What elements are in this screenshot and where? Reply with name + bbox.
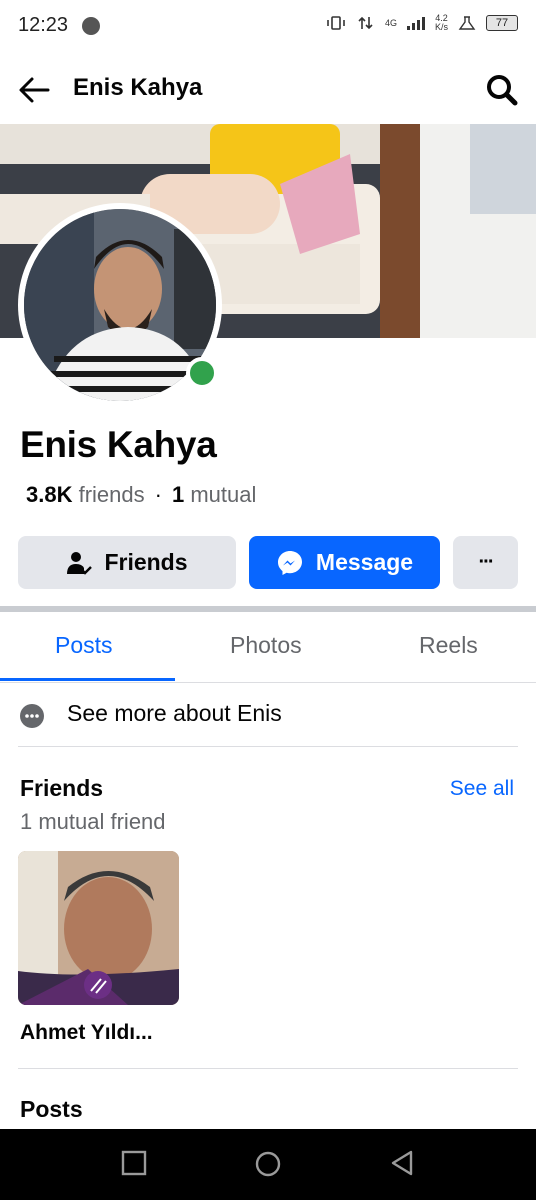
friend-check-icon xyxy=(67,551,93,575)
friends-label: friends xyxy=(78,482,145,507)
lab-icon xyxy=(458,16,476,30)
friend-name[interactable]: Ahmet Yıldı... xyxy=(20,1021,153,1045)
system-navigation-bar xyxy=(0,1129,536,1200)
vibrate-icon xyxy=(327,16,345,30)
header-title: Enis Kahya xyxy=(73,74,203,101)
see-more-about-label: See more about Enis xyxy=(67,700,282,726)
data-transfer-icon xyxy=(358,16,373,30)
active-tab-indicator xyxy=(0,678,175,681)
top-header: Enis Kahya xyxy=(0,56,536,122)
status-time: 12:23 xyxy=(18,14,69,36)
friends-count: 3.8K xyxy=(26,482,73,507)
more-icon: ··· xyxy=(478,551,495,573)
home-icon[interactable] xyxy=(254,1150,282,1178)
see-all-friends-link[interactable]: See all xyxy=(450,777,514,801)
signal-icon xyxy=(406,17,425,30)
friends-section-title: Friends xyxy=(20,775,104,801)
profile-avatar[interactable] xyxy=(18,203,222,407)
profile-stats[interactable]: 3.8K friends · 1 mutual xyxy=(26,482,256,508)
messenger-icon xyxy=(277,550,302,575)
more-options-button[interactable]: ··· xyxy=(453,536,518,589)
network-type: 4G xyxy=(384,18,397,28)
tab-posts[interactable]: Posts xyxy=(55,632,113,659)
friend-photo xyxy=(18,851,179,1005)
posts-section-title: Posts xyxy=(20,1096,83,1122)
see-more-about-row[interactable]: See more about Enis xyxy=(18,694,518,747)
message-button[interactable]: Message xyxy=(249,536,440,589)
search-icon[interactable] xyxy=(484,72,520,108)
online-status-indicator xyxy=(186,357,218,389)
profile-tabs: Posts Photos Reels xyxy=(0,612,536,683)
mutual-label: mutual xyxy=(190,482,257,507)
battery-indicator: 77 xyxy=(486,15,518,31)
profile-name: Enis Kahya xyxy=(20,424,217,465)
notification-icon xyxy=(82,17,100,35)
status-icons: 4G 4.2 K/s 77 xyxy=(325,14,518,32)
tab-photos[interactable]: Photos xyxy=(230,632,302,659)
message-button-label: Message xyxy=(315,549,414,575)
back-triangle-icon[interactable] xyxy=(389,1150,415,1176)
back-arrow-icon[interactable] xyxy=(16,72,52,108)
mutual-count: 1 xyxy=(171,482,185,507)
recent-apps-icon[interactable] xyxy=(121,1150,147,1176)
status-bar: 12:23 4G 4.2 K/s 77 xyxy=(0,0,536,56)
mutual-friends-summary: 1 mutual friend xyxy=(20,809,166,834)
friend-card[interactable] xyxy=(18,851,179,1005)
network-speed: 4.2 K/s xyxy=(434,13,448,32)
friends-button-label: Friends xyxy=(104,549,188,575)
more-dots-icon xyxy=(20,704,44,728)
separator-dot: · xyxy=(154,482,162,507)
tab-reels[interactable]: Reels xyxy=(419,632,478,659)
section-divider-thin xyxy=(18,1068,518,1069)
friends-button[interactable]: Friends xyxy=(18,536,236,589)
